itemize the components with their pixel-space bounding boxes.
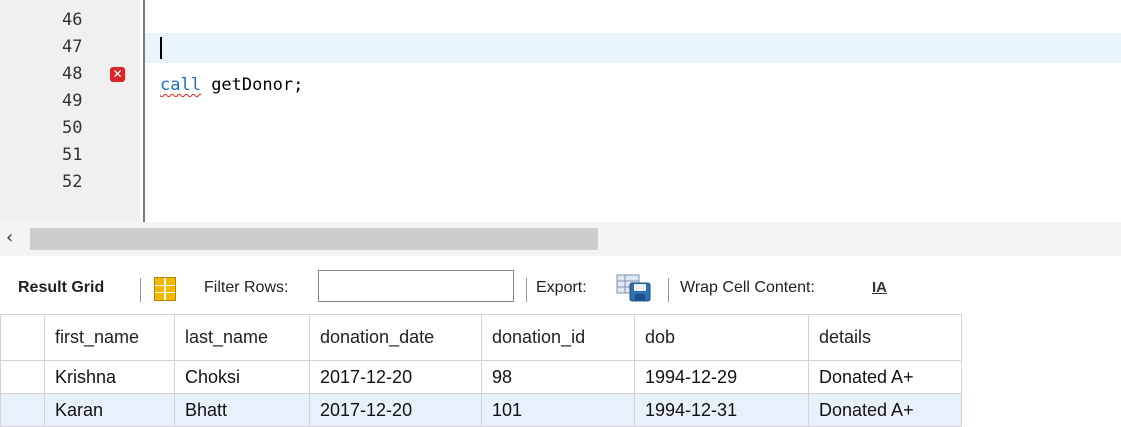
cell-dob[interactable]: 1994-12-31 [634,393,809,427]
line-number: 46 [62,10,83,30]
result-toolbar: Result Grid Filter Rows: Export: Wrap Ce… [0,266,1121,310]
export-icon[interactable] [616,274,652,302]
line-number: 48 [62,64,83,84]
header-row: first_name last_name donation_date donat… [0,314,962,361]
column-header-donation-id[interactable]: donation_id [481,314,635,361]
row-selector[interactable] [0,393,45,427]
line-number: 50 [62,118,83,138]
cell-first-name[interactable]: Karan [44,393,175,427]
line-number: 49 [62,91,83,111]
column-header-details[interactable]: details [808,314,962,361]
cell-details[interactable]: Donated A+ [808,393,962,427]
wrap-cell-content-label: Wrap Cell Content: [680,279,815,296]
toolbar-divider [526,278,527,302]
grid-view-icon[interactable] [154,277,176,301]
code-text: getDonor; [200,75,304,95]
wrap-cell-content-icon[interactable]: IA [872,279,894,297]
line-number: 51 [62,145,83,165]
column-header-first-name[interactable]: first_name [44,314,175,361]
filter-rows-label: Filter Rows: [204,279,289,296]
error-marker-icon[interactable]: ✕ [110,67,125,82]
code-keyword: call [160,75,201,95]
export-label: Export: [536,279,587,296]
line-number-gutter: 46 47 48 ✕ 49 50 51 52 [0,0,140,222]
cell-dob[interactable]: 1994-12-29 [634,360,809,394]
toolbar-divider [668,278,669,302]
code-line-48[interactable]: call getDonor; [160,72,303,99]
line-number: 47 [62,37,83,57]
cell-donation-date[interactable]: 2017-12-20 [309,393,482,427]
result-grid: first_name last_name donation_date donat… [0,314,962,427]
current-line-highlight [145,33,1121,63]
filter-rows-input[interactable] [318,270,514,302]
text-caret [160,37,162,59]
horizontal-scrollbar[interactable]: ‹ [0,222,1121,256]
cell-details[interactable]: Donated A+ [808,360,962,394]
cell-last-name[interactable]: Bhatt [174,393,310,427]
scrollbar-thumb[interactable] [30,228,598,250]
table-row[interactable]: Krishna Choksi 2017-12-20 98 1994-12-29 … [0,360,962,394]
column-header-donation-date[interactable]: donation_date [309,314,482,361]
column-header-last-name[interactable]: last_name [174,314,310,361]
column-header-dob[interactable]: dob [634,314,809,361]
scroll-left-arrow-icon[interactable]: ‹ [6,228,20,248]
row-selector[interactable] [0,360,45,394]
line-number: 52 [62,172,83,192]
toolbar-divider [140,278,141,302]
row-header-corner [0,314,45,361]
cell-last-name[interactable]: Choksi [174,360,310,394]
cell-first-name[interactable]: Krishna [44,360,175,394]
sql-editor[interactable]: 46 47 48 ✕ 49 50 51 52 call getDonor; [0,0,1121,222]
cell-donation-date[interactable]: 2017-12-20 [309,360,482,394]
table-row[interactable]: Karan Bhatt 2017-12-20 101 1994-12-31 Do… [0,393,962,427]
cell-donation-id[interactable]: 98 [481,360,635,394]
result-grid-tab[interactable]: Result Grid [18,266,104,310]
cell-donation-id[interactable]: 101 [481,393,635,427]
